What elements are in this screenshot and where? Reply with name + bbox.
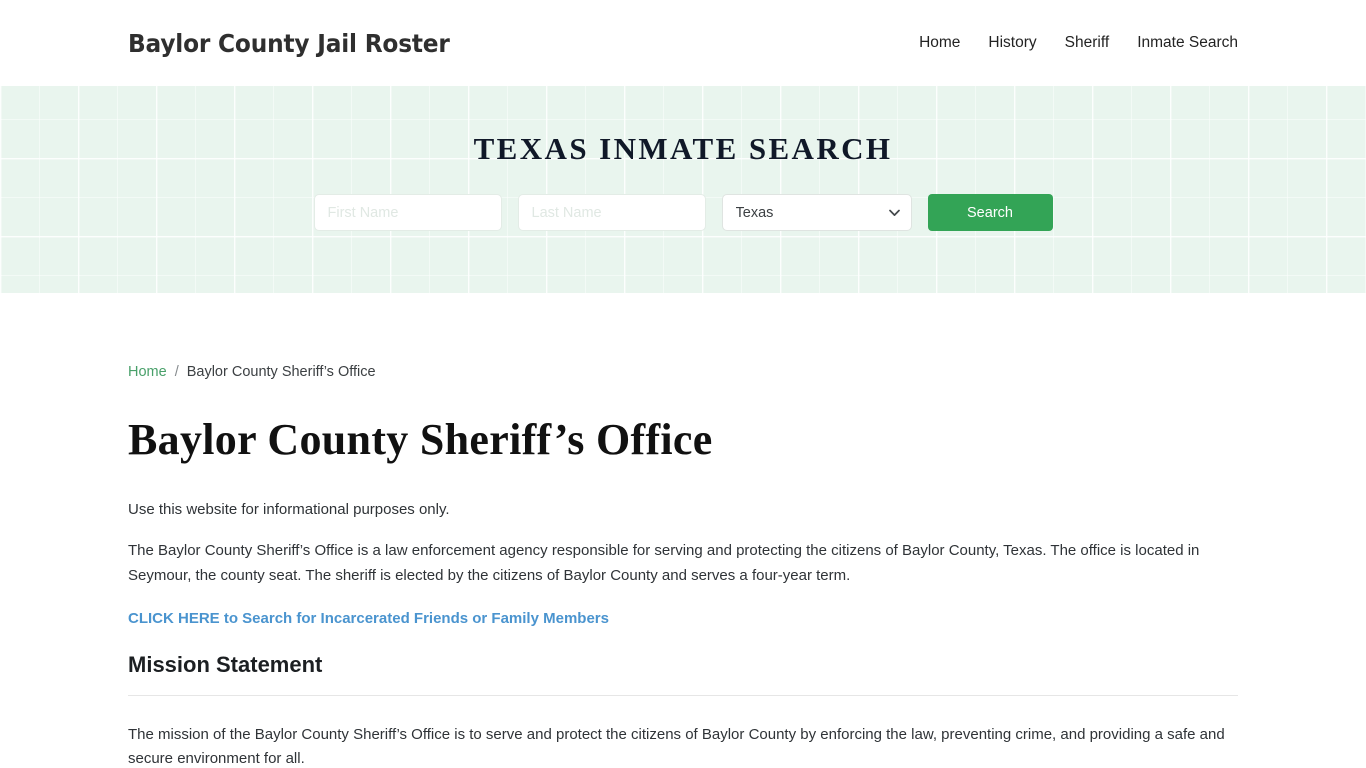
hero-search-banner: TEXAS INMATE SEARCH Texas Search — [0, 86, 1366, 293]
breadcrumb-link-home[interactable]: Home — [128, 364, 167, 380]
last-name-input[interactable] — [517, 194, 706, 231]
inmate-search-cta-link[interactable]: CLICK HERE to Search for Incarcerated Fr… — [128, 610, 609, 627]
state-select-wrapper: Texas — [721, 194, 912, 231]
inmate-search-form: Texas Search — [313, 194, 1053, 231]
page-title: Baylor County Sheriff’s Office — [128, 415, 713, 464]
intro-paragraph: The Baylor County Sheriff’s Office is a … — [128, 542, 1200, 584]
nav-item-inmate-search[interactable]: Inmate Search — [1137, 34, 1238, 52]
site-brand-logo[interactable]: Baylor County Jail Roster — [128, 29, 450, 58]
first-name-input[interactable] — [313, 194, 502, 231]
search-button[interactable]: Search — [927, 194, 1053, 231]
breadcrumb-current: Baylor County Sheriff’s Office — [186, 364, 376, 380]
nav-item-sheriff[interactable]: Sheriff — [1065, 34, 1110, 52]
mission-statement-heading: Mission Statement — [128, 651, 323, 677]
nav-item-home[interactable]: Home — [919, 34, 960, 52]
main-content: Home / Baylor County Sheriff’s Office Ba… — [0, 293, 1366, 768]
main-navigation: Home History Sheriff Inmate Search — [919, 34, 1238, 52]
hero-title: TEXAS INMATE SEARCH — [473, 131, 893, 166]
disclaimer-text: Use this website for informational purpo… — [128, 501, 450, 518]
nav-item-history[interactable]: History — [988, 34, 1036, 52]
breadcrumb-separator: / — [174, 364, 179, 380]
site-header: Baylor County Jail Roster Home History S… — [0, 0, 1366, 86]
state-select[interactable]: Texas — [721, 194, 912, 231]
breadcrumb: Home / Baylor County Sheriff’s Office — [128, 293, 1238, 380]
mission-statement-paragraph: The mission of the Baylor County Sheriff… — [128, 725, 1225, 768]
